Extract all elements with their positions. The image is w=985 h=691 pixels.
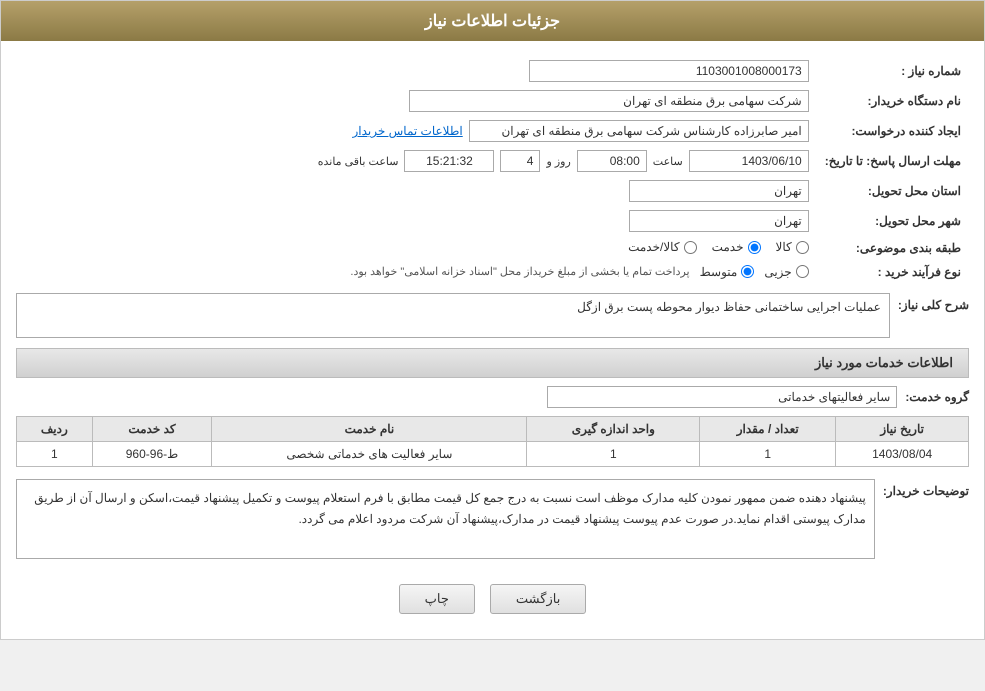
etelaaat-tamas-link[interactable]: اطلاعات تماس خریدار <box>353 124 463 138</box>
radio-kala[interactable] <box>796 241 809 254</box>
shomare-niaz-field: 1103001008000173 <box>529 60 809 82</box>
shomare-niaz-value: 1103001008000173 <box>16 56 817 86</box>
nam-dastgah-value: شرکت سهامی برق منطقه ای تهران <box>16 86 817 116</box>
shomare-niaz-label: شماره نیاز : <box>817 56 969 86</box>
tabaqe-radio-group: کالا خدمت کالا/خدمت <box>628 240 809 254</box>
col-tarikh: تاریخ نیاز <box>836 416 969 441</box>
sharh-niaz-section: شرح کلی نیاز: عملیات اجرایی ساختمانی حفا… <box>16 293 969 338</box>
sharh-niaz-label: شرح کلی نیاز: <box>898 293 969 312</box>
rooz-field: 4 <box>500 150 540 172</box>
noe-farayand-value: جزیی متوسط پرداخت تمام یا بخشی از مبلغ خ… <box>16 261 817 283</box>
radio-kala-khadamat-label: کالا/خدمت <box>628 240 679 254</box>
mohlat-ersal-value: 1403/06/10 ساعت 08:00 روز و 4 15:21:32 س… <box>16 146 817 176</box>
col-tedad: تعداد / مقدار <box>700 416 836 441</box>
ostan-label: استان محل تحویل: <box>817 176 969 206</box>
toshihat-section: توضیحات خریدار: پیشنهاد دهنده ضمن ممهور … <box>16 479 969 559</box>
radio-jozii[interactable] <box>796 265 809 278</box>
col-radif: ردیف <box>17 416 93 441</box>
toshihat-field: پیشنهاد دهنده ضمن ممهور نمودن کلیه مدارک… <box>16 479 875 559</box>
noe-farayand-desc: پرداخت تمام یا بخشی از مبلغ خریداز محل "… <box>350 265 689 278</box>
noe-farayand-label: نوع فرآیند خرید : <box>817 261 969 283</box>
print-button[interactable]: چاپ <box>399 584 475 614</box>
page-container: جزئیات اطلاعات نیاز شماره نیاز : 1103001… <box>0 0 985 640</box>
ijad-konande-field: امیر صابرزاده کارشناس شرکت سهامی برق منط… <box>469 120 809 142</box>
toshihat-label: توضیحات خریدار: <box>883 479 969 498</box>
cell-code: ط-96-960 <box>92 441 212 466</box>
tabaqe-label: طبقه بندی موضوعی: <box>817 236 969 261</box>
col-code: کد خدمت <box>92 416 212 441</box>
nam-dastgah-field: شرکت سهامی برق منطقه ای تهران <box>409 90 809 112</box>
cell-radif: 1 <box>17 441 93 466</box>
saat-field: 08:00 <box>577 150 647 172</box>
grohe-khadamat-field: سایر فعالیتهای خدماتی <box>547 386 897 408</box>
tarikh-field: 1403/06/10 <box>689 150 809 172</box>
detail-table-header-row: تاریخ نیاز تعداد / مقدار واحد اندازه گیر… <box>17 416 969 441</box>
col-vahed: واحد اندازه گیری <box>527 416 700 441</box>
cell-name: سایر فعالیت های خدماتی شخصی <box>212 441 527 466</box>
shahr-value: تهران <box>16 206 817 236</box>
detail-table: تاریخ نیاز تعداد / مقدار واحد اندازه گیر… <box>16 416 969 467</box>
ostan-row: استان محل تحویل: تهران <box>16 176 969 206</box>
mohlat-ersal-row: مهلت ارسال پاسخ: تا تاریخ: 1403/06/10 سا… <box>16 146 969 176</box>
grohe-khadamat-label: گروه خدمت: <box>905 390 969 404</box>
back-button[interactable]: بازگشت <box>490 584 586 614</box>
page-title: جزئیات اطلاعات نیاز <box>425 13 560 30</box>
detail-table-head: تاریخ نیاز تعداد / مقدار واحد اندازه گیر… <box>17 416 969 441</box>
radio-kala-khadamat-item: کالا/خدمت <box>628 240 696 254</box>
radio-jozii-item: جزیی <box>764 265 808 279</box>
detail-table-body: 1403/08/04 1 1 سایر فعالیت های خدماتی شخ… <box>17 441 969 466</box>
radio-jozii-label: جزیی <box>764 265 791 279</box>
shahr-field: تهران <box>629 210 809 232</box>
info-table: شماره نیاز : 1103001008000173 نام دستگاه… <box>16 56 969 283</box>
countdown-field: 15:21:32 <box>404 150 494 172</box>
tabaqe-row: طبقه بندی موضوعی: کالا خدمت <box>16 236 969 261</box>
radio-kala-label: کالا <box>776 240 792 254</box>
main-content: شماره نیاز : 1103001008000173 نام دستگاه… <box>1 41 984 639</box>
ijad-konande-label: ایجاد کننده درخواست: <box>817 116 969 146</box>
radio-khadamat[interactable] <box>748 241 761 254</box>
etelaat-khadamat-header: اطلاعات خدمات مورد نیاز <box>16 348 969 378</box>
shahr-row: شهر محل تحویل: تهران <box>16 206 969 236</box>
shomare-niaz-row: شماره نیاز : 1103001008000173 <box>16 56 969 86</box>
radio-motevaset[interactable] <box>741 265 754 278</box>
ijad-konande-row: ایجاد کننده درخواست: امیر صابرزاده کارشن… <box>16 116 969 146</box>
tabaqe-value: کالا خدمت کالا/خدمت <box>16 236 817 261</box>
button-row: بازگشت چاپ <box>16 574 969 624</box>
ijad-konande-value: امیر صابرزاده کارشناس شرکت سهامی برق منط… <box>16 116 817 146</box>
nam-dastgah-row: نام دستگاه خریدار: شرکت سهامی برق منطقه … <box>16 86 969 116</box>
cell-tedad: 1 <box>700 441 836 466</box>
radio-khadamat-item: خدمت <box>712 240 761 254</box>
radio-kala-khadamat[interactable] <box>684 241 697 254</box>
shahr-label: شهر محل تحویل: <box>817 206 969 236</box>
ostan-value: تهران <box>16 176 817 206</box>
nam-dastgah-label: نام دستگاه خریدار: <box>817 86 969 116</box>
cell-tarikh: 1403/08/04 <box>836 441 969 466</box>
radio-khadamat-label: خدمت <box>712 240 744 254</box>
radio-motevaset-item: متوسط <box>700 265 755 279</box>
saat-label: ساعت <box>653 155 683 168</box>
countdown-label: ساعت باقی مانده <box>318 155 399 168</box>
noe-farayand-row: نوع فرآیند خرید : جزیی متوسط پرداخت تمام… <box>16 261 969 283</box>
radio-kala-item: کالا <box>776 240 809 254</box>
rooz-label: روز و <box>546 155 570 168</box>
mohlat-ersal-label: مهلت ارسال پاسخ: تا تاریخ: <box>817 146 969 176</box>
table-row: 1403/08/04 1 1 سایر فعالیت های خدماتی شخ… <box>17 441 969 466</box>
cell-vahed: 1 <box>527 441 700 466</box>
page-header: جزئیات اطلاعات نیاز <box>1 1 984 41</box>
sharh-niaz-field: عملیات اجرایی ساختمانی حفاظ دیوار محوطه … <box>16 293 890 338</box>
radio-motevaset-label: متوسط <box>700 265 738 279</box>
grohe-khadamat-section: گروه خدمت: سایر فعالیتهای خدماتی <box>16 386 969 408</box>
ostan-field: تهران <box>629 180 809 202</box>
col-name: نام خدمت <box>212 416 527 441</box>
